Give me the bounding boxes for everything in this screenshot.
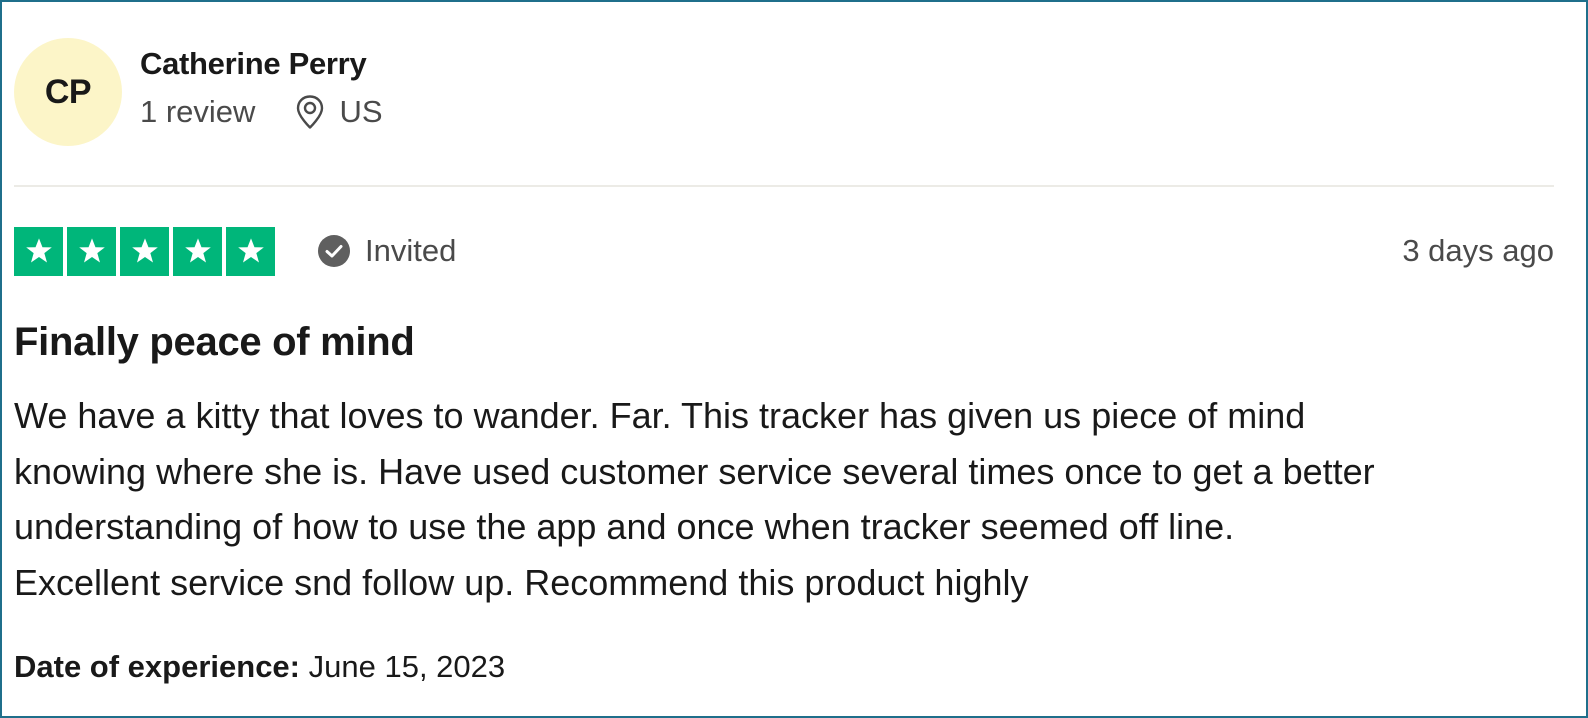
invited-label: Invited: [365, 233, 457, 268]
review-body-line: knowing where she is. Have used customer…: [14, 450, 1375, 492]
star-icon: [67, 226, 116, 276]
review-body-line: We have a kitty that loves to wander. Fa…: [14, 395, 1306, 436]
star-icon: [14, 226, 63, 276]
reviewer-location: US: [295, 90, 383, 134]
reviewer-name[interactable]: Catherine Perry: [140, 42, 383, 86]
avatar[interactable]: CP: [14, 38, 122, 146]
reviewer-header: CP Catherine Perry 1 review US: [14, 38, 383, 146]
location-label: US: [339, 94, 383, 129]
star-icon: [120, 226, 169, 276]
avatar-initials: CP: [44, 72, 92, 111]
check-circle-icon: [318, 235, 350, 267]
review-card: CP Catherine Perry 1 review US Invited 3…: [0, 0, 1588, 718]
review-body-line: understanding of how to use the app and …: [14, 506, 1235, 547]
section-divider: [14, 185, 1554, 187]
location-pin-icon: [297, 95, 324, 129]
experience-date: June 15, 2023: [308, 649, 506, 684]
invited-badge[interactable]: Invited: [317, 233, 456, 269]
reviewer-meta: 1 review US: [140, 90, 383, 134]
reviewer-info: Catherine Perry 1 review US: [140, 42, 383, 134]
star-icon: [226, 226, 275, 276]
experience-label: Date of experience:: [14, 649, 300, 684]
star-icon: [173, 226, 222, 276]
star-rating: [14, 226, 275, 276]
review-body: We have a kitty that loves to wander. Fa…: [14, 388, 1559, 610]
date-of-experience: Date of experience: June 15, 2023: [14, 646, 505, 688]
review-count: 1 review: [140, 94, 256, 129]
rating-row: Invited 3 days ago: [14, 226, 1554, 276]
review-date: 3 days ago: [1402, 233, 1554, 268]
review-body-line: Excellent service snd follow up. Recomme…: [14, 561, 1029, 603]
review-title[interactable]: Finally peace of mind: [14, 316, 415, 368]
